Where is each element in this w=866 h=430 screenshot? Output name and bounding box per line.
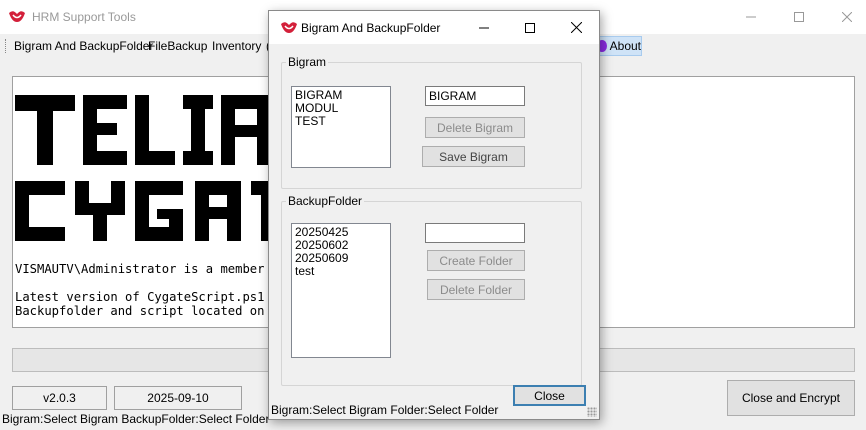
ascii-art-banner	[15, 95, 275, 241]
banner-telia	[15, 95, 271, 165]
resize-grip[interactable]	[587, 407, 597, 417]
close-icon	[842, 12, 852, 22]
menu-about-label: About	[609, 39, 641, 53]
dialog-titlebar: Bigram And BackupFolder	[269, 11, 599, 44]
date-label: 2025-09-10	[114, 386, 242, 410]
main-status-bar: Bigram:Select Bigram BackupFolder:Select…	[2, 412, 270, 426]
main-window-title: HRM Support Tools	[32, 10, 136, 24]
close-window-button[interactable]	[824, 0, 866, 34]
delete-folder-button[interactable]: Delete Folder	[427, 279, 525, 300]
dialog-close-button[interactable]: Close	[513, 385, 586, 406]
maximize-icon	[525, 22, 535, 33]
console-line: Backupfolder and script located on D	[15, 304, 280, 318]
create-folder-button[interactable]: Create Folder	[427, 250, 525, 271]
close-icon	[570, 22, 582, 33]
banner-cygat	[15, 181, 275, 241]
menu-bigram-backupfolder[interactable]: Bigram And BackupFolder	[14, 39, 153, 53]
delete-bigram-button[interactable]: Delete Bigram	[425, 117, 525, 138]
dialog-maximize-button[interactable]	[507, 11, 553, 44]
bigram-backupfolder-dialog: Bigram And BackupFolder Bigram BIGRAM MO…	[268, 10, 600, 420]
backupfolder-listbox[interactable]: 20250425 20250602 20250609 test	[291, 223, 391, 358]
console-line: VISMAUTV\Administrator is a member o	[15, 262, 280, 276]
bigram-group-label: Bigram	[286, 55, 329, 69]
backupfolder-group-label: BackupFolder	[286, 194, 365, 208]
menu-filebackup[interactable]: FileBackup	[148, 39, 207, 53]
bigram-groupbox: Bigram BIGRAM MODUL TEST BIGRAM Delete B…	[281, 55, 582, 189]
backupfolder-input[interactable]	[425, 223, 525, 243]
app-logo-icon	[9, 11, 25, 22]
dialog-minimize-button[interactable]	[461, 11, 507, 44]
app-logo-icon	[281, 22, 297, 33]
bigram-listbox[interactable]: BIGRAM MODUL TEST	[291, 86, 391, 168]
backupfolder-groupbox: BackupFolder 20250425 20250602 20250609 …	[281, 194, 582, 386]
console-line: Latest version of CygateScript.ps1 r	[15, 290, 280, 304]
maximize-button[interactable]	[776, 0, 822, 34]
minimize-icon	[746, 16, 756, 18]
list-item[interactable]: test	[295, 265, 387, 278]
dialog-status-bar: Bigram:Select Bigram Folder:Select Folde…	[271, 403, 499, 417]
minimize-icon	[479, 27, 489, 28]
minimize-button[interactable]	[728, 0, 774, 34]
menu-grip	[5, 39, 8, 53]
list-item[interactable]: TEST	[295, 115, 387, 128]
dialog-title: Bigram And BackupFolder	[301, 21, 441, 35]
version-label: v2.0.3	[12, 386, 107, 410]
save-bigram-button[interactable]: Save Bigram	[422, 146, 525, 167]
bigram-input[interactable]: BIGRAM	[425, 86, 525, 106]
maximize-icon	[794, 12, 804, 22]
menu-inventory[interactable]: Inventory	[212, 39, 261, 53]
dialog-close-x-button[interactable]	[553, 11, 599, 44]
close-and-encrypt-button[interactable]: Close and Encrypt	[727, 380, 855, 416]
